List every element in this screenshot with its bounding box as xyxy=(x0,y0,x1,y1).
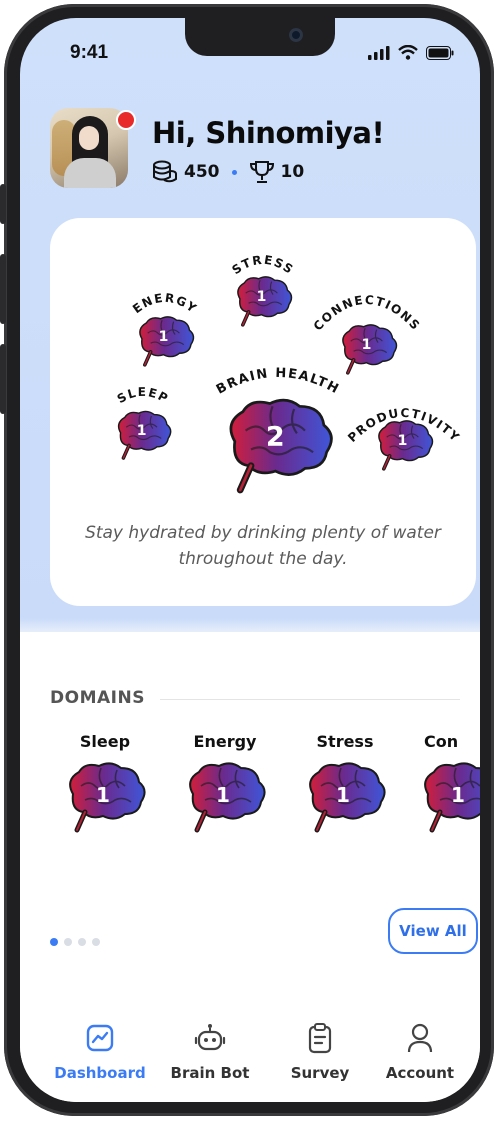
brain-map: STRESS1ENERGY1CONNECTIONS1SLEEP1BRAIN HE… xyxy=(115,253,463,518)
coins-count: 450 xyxy=(184,162,220,182)
tip-line-2: throughout the day. xyxy=(178,549,348,569)
domains-title: DOMAINS xyxy=(50,688,145,708)
pager-dot[interactable] xyxy=(64,938,72,946)
brain-icon: 1 xyxy=(55,756,155,836)
node-brain-health[interactable]: BRAIN HEALTH 2 xyxy=(214,366,342,490)
avatar-body xyxy=(64,158,116,188)
domain-card-stress[interactable]: Stress 1 xyxy=(290,732,400,840)
daily-tip: Stay hydrated by drinking plenty of wate… xyxy=(50,520,476,572)
node-label: STRESS xyxy=(229,253,296,278)
nav-label: Brain Bot xyxy=(170,1064,250,1082)
domain-level: 1 xyxy=(336,783,350,807)
domains-divider xyxy=(160,699,460,700)
bottom-nav: Dashboard Brain Bot Survey Account xyxy=(20,1012,480,1102)
status-time: 9:41 xyxy=(70,42,109,63)
brain-icon: 1 xyxy=(295,756,395,836)
domains-section: DOMAINS Sleep 1 Energy 1 Stress 1 Con 1 xyxy=(20,632,480,1012)
volume-up-button xyxy=(0,254,6,324)
node-level: 2 xyxy=(266,421,285,452)
user-stats: 450 10 xyxy=(152,160,304,184)
notification-dot xyxy=(116,110,136,130)
node-label: ENERGY xyxy=(130,291,200,316)
phone-frame: 9:41 Hi, Shinomiya! 450 10 STRESS 1 ENER… xyxy=(0,4,494,1116)
coins-icon xyxy=(153,160,177,183)
pager-dots[interactable] xyxy=(50,938,100,946)
nav-dashboard[interactable]: Dashboard xyxy=(50,1018,150,1082)
domain-level: 1 xyxy=(96,783,110,807)
stats-separator xyxy=(231,169,237,175)
clipboard-icon xyxy=(308,1023,332,1054)
node-label: BRAIN HEALTH xyxy=(214,366,342,398)
nav-label: Survey xyxy=(290,1064,350,1082)
node-stress[interactable]: STRESS 1 xyxy=(229,253,296,327)
status-icons xyxy=(368,45,454,60)
domain-card-sleep[interactable]: Sleep 1 xyxy=(50,732,160,840)
node-label: SLEEP xyxy=(115,385,172,406)
node-level: 1 xyxy=(257,289,267,305)
mute-switch xyxy=(0,184,6,224)
node-productivity[interactable]: PRODUCTIVITY1 xyxy=(345,406,463,471)
node-sleep[interactable]: SLEEP 1 xyxy=(115,385,173,460)
domain-label: Con xyxy=(424,732,459,751)
screen: 9:41 Hi, Shinomiya! 450 10 STRESS 1 ENER… xyxy=(20,18,480,1102)
node-level: 1 xyxy=(159,329,169,345)
signal-icon xyxy=(368,45,390,60)
camera-icon xyxy=(289,28,303,42)
robot-icon xyxy=(194,1024,226,1051)
brain-map-card: STRESS 1 ENERGY 1 CONNECTIONS 1 SLEEP 1 BRAIN HE… xyxy=(50,218,476,606)
domain-level: 1 xyxy=(216,783,230,807)
domain-card-connections[interactable]: Con 1 xyxy=(410,732,480,840)
pager-dot[interactable] xyxy=(78,938,86,946)
greeting: Hi, Shinomiya! xyxy=(152,116,385,150)
volume-down-button xyxy=(0,344,6,414)
wifi-icon xyxy=(398,45,418,60)
user-icon xyxy=(407,1023,433,1053)
node-connections[interactable]: CONNECTIONS1 xyxy=(311,293,423,375)
nav-account[interactable]: Account xyxy=(370,1018,470,1082)
domain-label: Energy xyxy=(193,732,257,751)
battery-icon xyxy=(426,45,454,60)
domain-label: Sleep xyxy=(79,732,131,751)
domain-label: Stress xyxy=(316,732,374,751)
node-level: 1 xyxy=(137,423,147,439)
nav-label: Account xyxy=(385,1064,455,1082)
nav-label: Dashboard xyxy=(54,1064,146,1082)
brain-icon: 1 xyxy=(410,756,480,836)
chart-icon xyxy=(86,1024,114,1052)
brain-icon: 1 xyxy=(175,756,275,836)
pager-dot[interactable] xyxy=(50,938,58,946)
nav-brain-bot[interactable]: Brain Bot xyxy=(160,1018,260,1082)
domain-level: 1 xyxy=(451,783,465,807)
trophy-icon xyxy=(249,161,274,183)
node-level: 1 xyxy=(362,337,372,353)
nav-survey[interactable]: Survey xyxy=(270,1018,370,1082)
view-all-button[interactable]: View All xyxy=(388,908,478,954)
notch xyxy=(185,18,335,56)
node-energy[interactable]: ENERGY 1 xyxy=(130,291,200,367)
domain-card-energy[interactable]: Energy 1 xyxy=(170,732,280,840)
tip-line-1: Stay hydrated by drinking plenty of wate… xyxy=(85,523,441,543)
avatar-face xyxy=(79,126,99,150)
node-level: 1 xyxy=(398,433,408,449)
trophies-count: 10 xyxy=(280,162,305,182)
pager-dot[interactable] xyxy=(92,938,100,946)
